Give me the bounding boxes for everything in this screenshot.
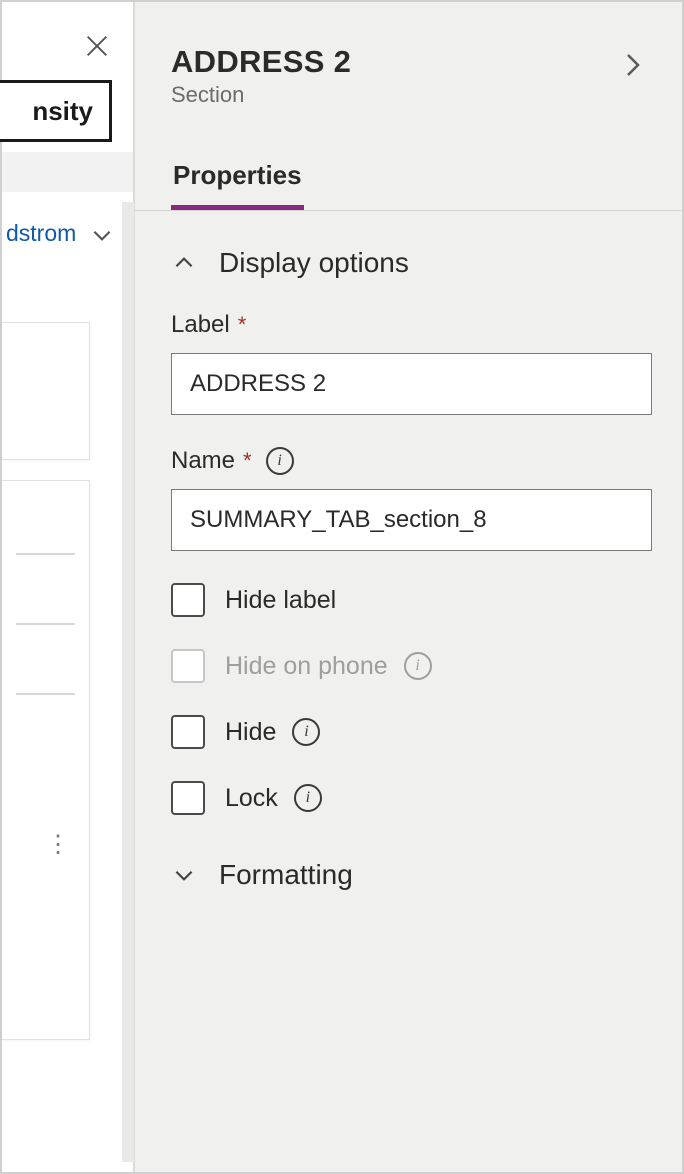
section-display-options[interactable]: Display options <box>171 247 652 279</box>
section-header-label: Formatting <box>219 859 353 891</box>
left-sliver-panel: nsity dstrom ⋮ <box>2 2 134 1172</box>
required-indicator: * <box>238 312 247 338</box>
hide-on-phone-row: Hide on phone i <box>171 649 652 683</box>
label-input[interactable] <box>171 353 652 415</box>
panel-title: ADDRESS 2 <box>171 44 652 80</box>
close-icon[interactable] <box>83 32 111 60</box>
field-placeholder <box>16 553 75 555</box>
checkbox-label: Hide label <box>225 586 336 615</box>
more-icon[interactable]: ⋮ <box>46 830 71 859</box>
chevron-down-icon <box>171 862 197 888</box>
density-button-label: nsity <box>32 96 93 127</box>
chevron-up-icon <box>171 250 197 276</box>
field-label-group: Label * <box>171 311 652 415</box>
density-button[interactable]: nsity <box>0 80 112 142</box>
info-icon[interactable]: i <box>266 447 294 475</box>
panel-subtitle: Section <box>171 82 652 108</box>
name-input[interactable] <box>171 489 652 551</box>
hide-on-phone-checkbox <box>171 649 205 683</box>
ribbon-bar <box>2 152 133 192</box>
info-icon[interactable]: i <box>404 652 432 680</box>
canvas-cards: ⋮ <box>2 322 90 1060</box>
checkbox-label: Hide i <box>225 718 320 747</box>
tab-bar: Properties <box>135 150 682 211</box>
info-icon[interactable]: i <box>292 718 320 746</box>
chevron-down-icon[interactable] <box>89 222 115 248</box>
checkbox-label: Hide on phone i <box>225 652 432 681</box>
required-indicator: * <box>243 448 252 474</box>
info-icon[interactable]: i <box>294 784 322 812</box>
chevron-right-icon[interactable] <box>618 50 648 80</box>
lock-row: Lock i <box>171 781 652 815</box>
field-placeholder <box>16 693 75 695</box>
field-label: Label * <box>171 311 652 339</box>
tab-properties[interactable]: Properties <box>171 150 304 210</box>
section-header-label: Display options <box>219 247 409 279</box>
properties-panel: ADDRESS 2 Section Properties Display opt… <box>134 2 682 1172</box>
canvas-card[interactable] <box>2 322 90 460</box>
section-formatting[interactable]: Formatting <box>171 859 652 891</box>
scrollbar[interactable] <box>122 202 134 1162</box>
record-link[interactable]: dstrom <box>2 220 76 247</box>
checkbox-label: Lock i <box>225 784 322 813</box>
hide-row: Hide i <box>171 715 652 749</box>
lock-checkbox[interactable] <box>171 781 205 815</box>
field-placeholder <box>16 623 75 625</box>
field-name-group: Name * i <box>171 447 652 551</box>
field-label: Name * i <box>171 447 652 475</box>
canvas-card[interactable]: ⋮ <box>2 480 90 1040</box>
hide-label-row: Hide label <box>171 583 652 617</box>
hide-label-checkbox[interactable] <box>171 583 205 617</box>
hide-checkbox[interactable] <box>171 715 205 749</box>
